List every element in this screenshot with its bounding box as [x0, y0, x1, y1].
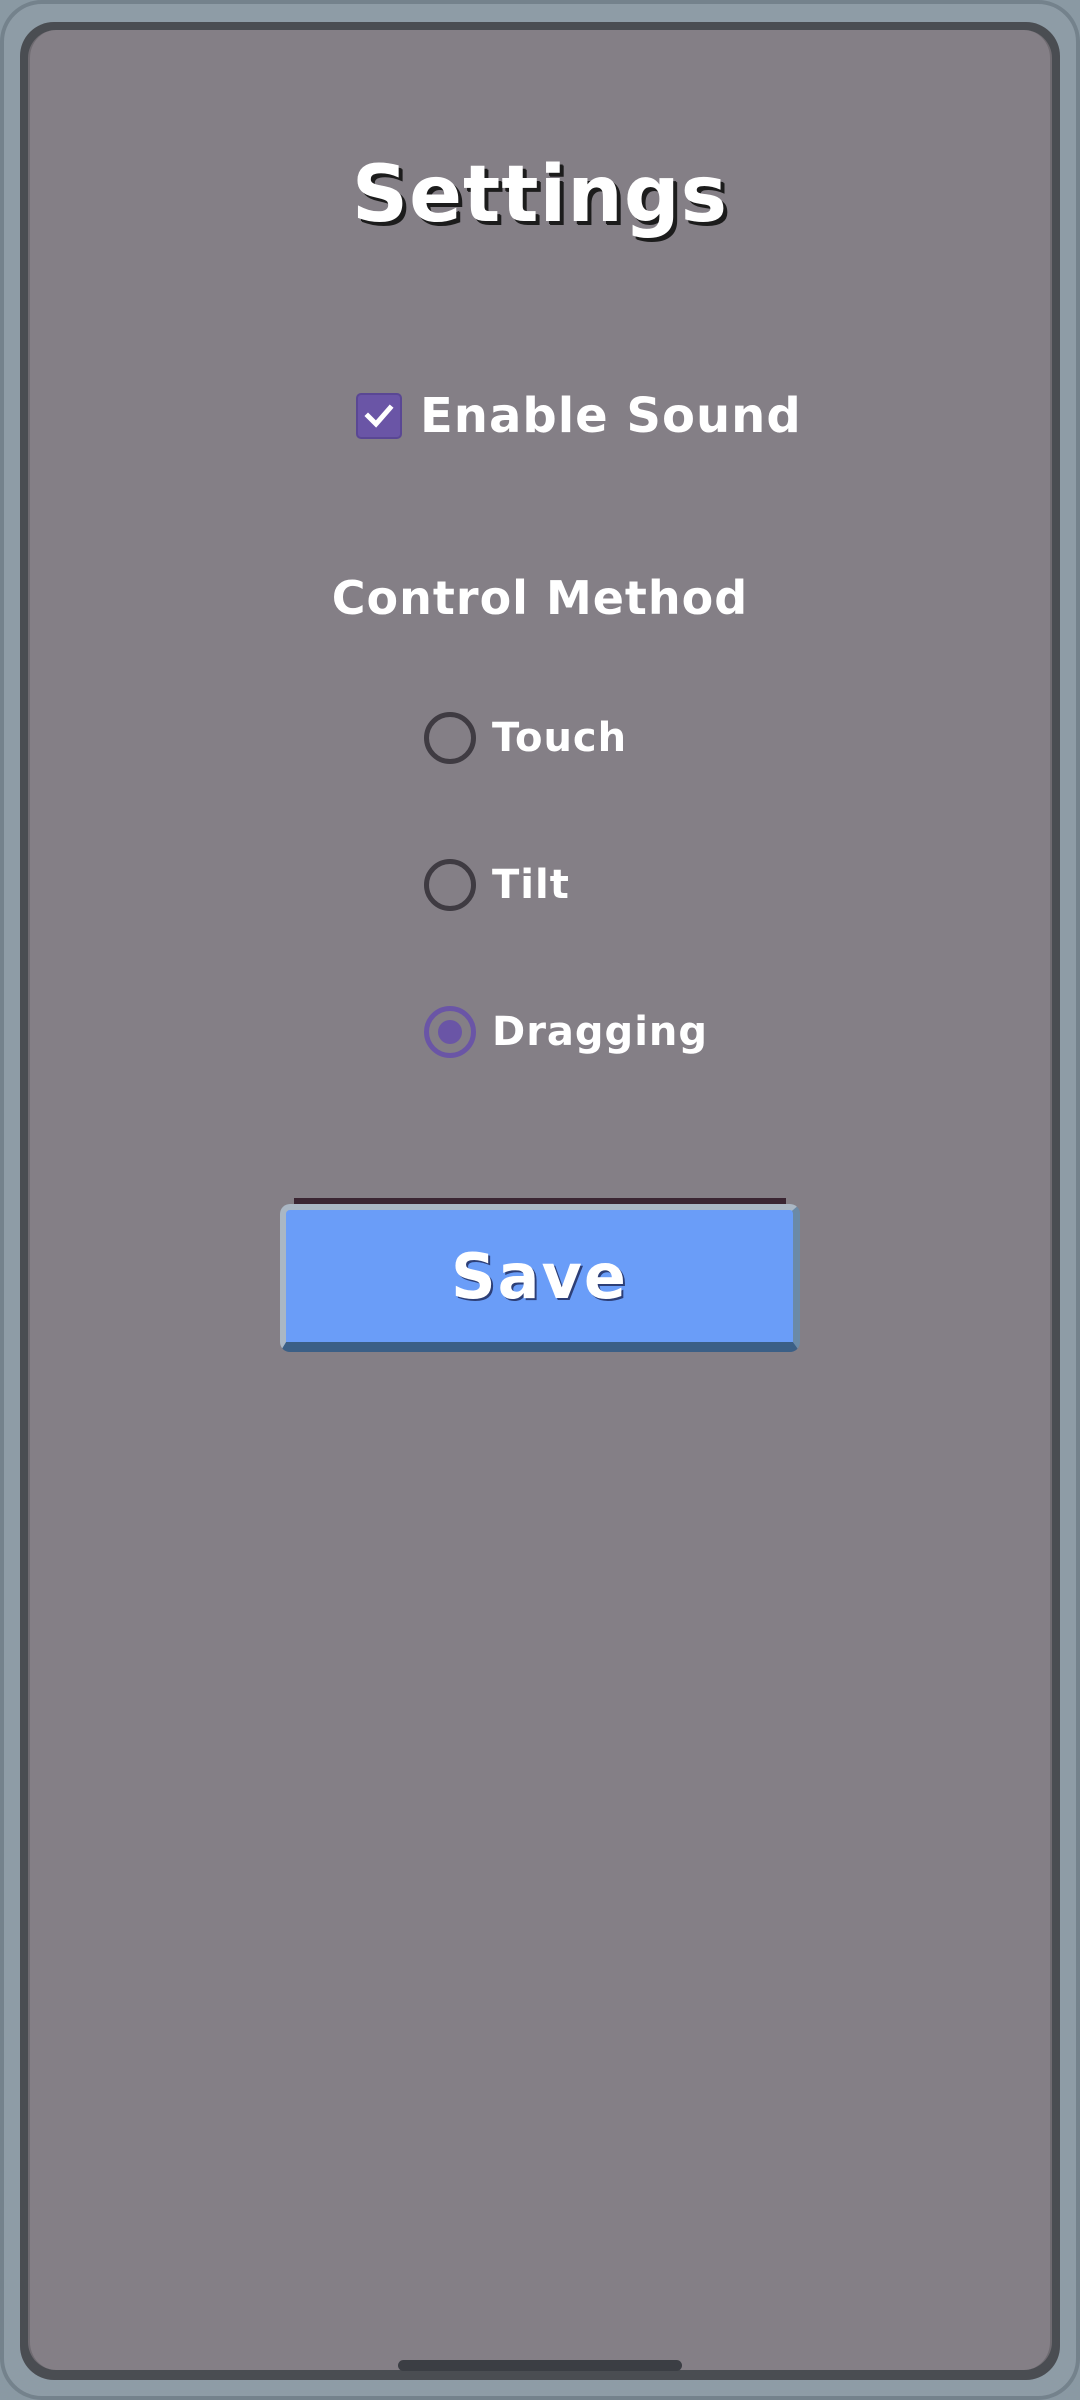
control-option-touch[interactable]: Touch [424, 708, 627, 768]
control-option-dragging[interactable]: Dragging [424, 1002, 708, 1062]
save-button[interactable]: Save [280, 1204, 800, 1352]
touch-radio[interactable] [424, 712, 476, 764]
enable-sound-option[interactable]: Enable Sound [356, 386, 802, 446]
touch-label: Touch [492, 715, 628, 761]
control-method-heading: Control Method [331, 571, 749, 625]
enable-sound-label: Enable Sound [420, 388, 802, 444]
control-option-tilt[interactable]: Tilt [424, 855, 570, 915]
tilt-radio[interactable] [424, 859, 476, 911]
tilt-label: Tilt [492, 862, 570, 908]
enable-sound-checkbox[interactable] [356, 393, 402, 439]
home-indicator[interactable] [398, 2360, 682, 2371]
dragging-label: Dragging [492, 1009, 709, 1055]
page-title: Settings [351, 150, 729, 240]
dragging-radio[interactable] [424, 1006, 476, 1058]
checkmark-icon [364, 404, 394, 428]
